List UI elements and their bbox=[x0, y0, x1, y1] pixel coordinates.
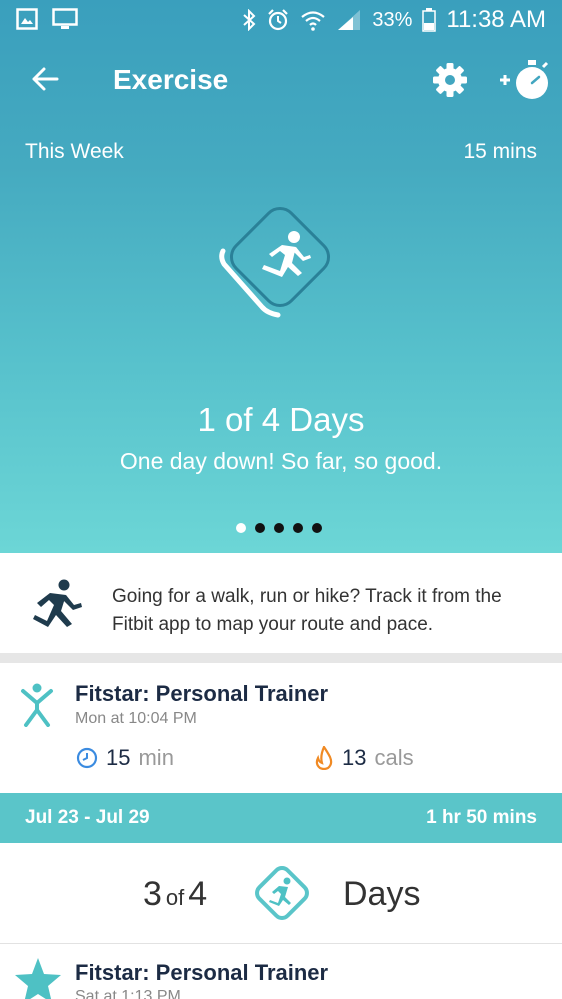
activity-time: Mon at 10:04 PM bbox=[75, 710, 197, 727]
exercise-goal-badge-small bbox=[255, 866, 309, 920]
goal-progress-text: 1 of 4 Days bbox=[197, 401, 365, 438]
duration-unit: min bbox=[138, 745, 174, 770]
goal-message: One day down! So far, so good. bbox=[119, 448, 443, 474]
settings-gear-icon[interactable] bbox=[432, 62, 468, 98]
activity-time: Sat at 1:13 PM bbox=[75, 988, 181, 999]
duration-stat: 15 min bbox=[76, 745, 174, 771]
wifi-icon bbox=[301, 11, 326, 31]
days-achieved: 3 bbox=[143, 875, 162, 913]
page-title: Exercise bbox=[113, 64, 229, 95]
days-of: of bbox=[165, 885, 185, 910]
activity-name: Fitstar: Personal Trainer bbox=[75, 960, 329, 985]
back-arrow-icon[interactable] bbox=[30, 64, 60, 94]
runner-icon bbox=[262, 231, 311, 277]
battery-percent: 33% bbox=[372, 8, 413, 31]
week-total: 1 hr 50 mins bbox=[426, 807, 537, 828]
days-count: 3 of 4 bbox=[143, 875, 207, 914]
app-bar: Exercise bbox=[0, 38, 562, 124]
alarm-icon bbox=[268, 9, 289, 31]
cast-screen-icon bbox=[52, 8, 78, 29]
battery-icon bbox=[422, 8, 437, 32]
flame-icon bbox=[315, 746, 333, 770]
gps-tip-card[interactable]: Going for a walk, run or hike? Track it … bbox=[0, 553, 562, 653]
fitstar-star-icon bbox=[15, 958, 61, 999]
page-dot-4[interactable] bbox=[293, 523, 303, 533]
status-bar: 33% 11:38 AM bbox=[0, 0, 562, 38]
add-exercise-stopwatch-icon[interactable] bbox=[498, 58, 552, 102]
days-label: Days bbox=[343, 875, 421, 913]
previous-week-header: Jul 23 - Jul 29 1 hr 50 mins bbox=[0, 793, 562, 843]
clock-time: 11:38 AM bbox=[446, 6, 546, 33]
page-dot-1[interactable] bbox=[236, 523, 246, 533]
weekly-goal-panel: 33% 11:38 AM Exercise This Week 15 mins … bbox=[0, 0, 562, 553]
page-dot-5[interactable] bbox=[312, 523, 322, 533]
calories-unit: cals bbox=[374, 745, 414, 770]
activity-card[interactable]: Fitstar: Personal Trainer Sat at 1:13 PM bbox=[0, 944, 562, 999]
previous-week-summary[interactable]: 3 of 4 Days bbox=[0, 843, 562, 943]
this-week-label: This Week bbox=[25, 140, 124, 163]
calories-stat: 13 cals bbox=[314, 745, 414, 771]
duration-value: 15 bbox=[106, 745, 131, 770]
signal-icon bbox=[338, 10, 361, 30]
fitstar-figure-icon bbox=[21, 683, 53, 727]
runner-icon bbox=[33, 579, 82, 627]
page-dot-2[interactable] bbox=[255, 523, 265, 533]
calories-value: 13 bbox=[342, 745, 367, 770]
gallery-icon bbox=[16, 8, 38, 30]
days-goal: 4 bbox=[188, 875, 208, 913]
tip-text: Going for a walk, run or hike? Track it … bbox=[112, 586, 502, 635]
this-week-total: 15 mins bbox=[463, 140, 537, 163]
exercise-goal-badge bbox=[219, 206, 331, 318]
week-range: Jul 23 - Jul 29 bbox=[25, 807, 150, 828]
clock-icon bbox=[76, 747, 98, 769]
activity-card[interactable]: Fitstar: Personal Trainer Mon at 10:04 P… bbox=[0, 663, 562, 791]
bluetooth-icon bbox=[243, 9, 256, 31]
runner-icon bbox=[269, 877, 291, 906]
page-dot-3[interactable] bbox=[274, 523, 284, 533]
page-indicator[interactable] bbox=[236, 523, 322, 533]
section-divider bbox=[0, 653, 562, 663]
activity-name: Fitstar: Personal Trainer bbox=[75, 681, 329, 706]
